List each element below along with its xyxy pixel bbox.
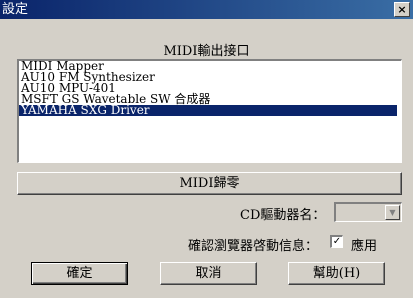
- chevron-down-icon[interactable]: ▼: [385, 205, 400, 220]
- apply-label[interactable]: 應用: [351, 235, 377, 254]
- midi-device-item-selected[interactable]: YAMAHA SXG Driver: [19, 104, 397, 116]
- cd-drive-label: CD驅動器名：: [240, 208, 326, 223]
- browser-confirm-checkbox[interactable]: ✓: [330, 235, 343, 248]
- midi-device-list[interactable]: MIDI Mapper AU10 FM Synthesizer AU10 MPU…: [17, 59, 402, 163]
- help-button[interactable]: 幫助(H): [288, 262, 385, 285]
- midi-reset-button[interactable]: MIDI歸零: [17, 172, 402, 195]
- settings-dialog: 設定 × MIDI輸出接口 MIDI Mapper AU10 FM Synthe…: [0, 0, 413, 298]
- cd-drive-select[interactable]: ▼: [334, 202, 402, 222]
- browser-confirm-label: 確認瀏覽器啓動信息：: [188, 239, 319, 254]
- title-bar[interactable]: 設定 ×: [0, 0, 413, 19]
- ok-button[interactable]: 確定: [31, 262, 128, 285]
- checkmark-icon: ✓: [332, 236, 342, 247]
- midi-output-heading: MIDI輸出接口: [163, 44, 250, 59]
- window-title: 設定: [2, 2, 29, 17]
- close-button[interactable]: ×: [394, 2, 410, 17]
- cancel-button[interactable]: 取消: [160, 262, 257, 285]
